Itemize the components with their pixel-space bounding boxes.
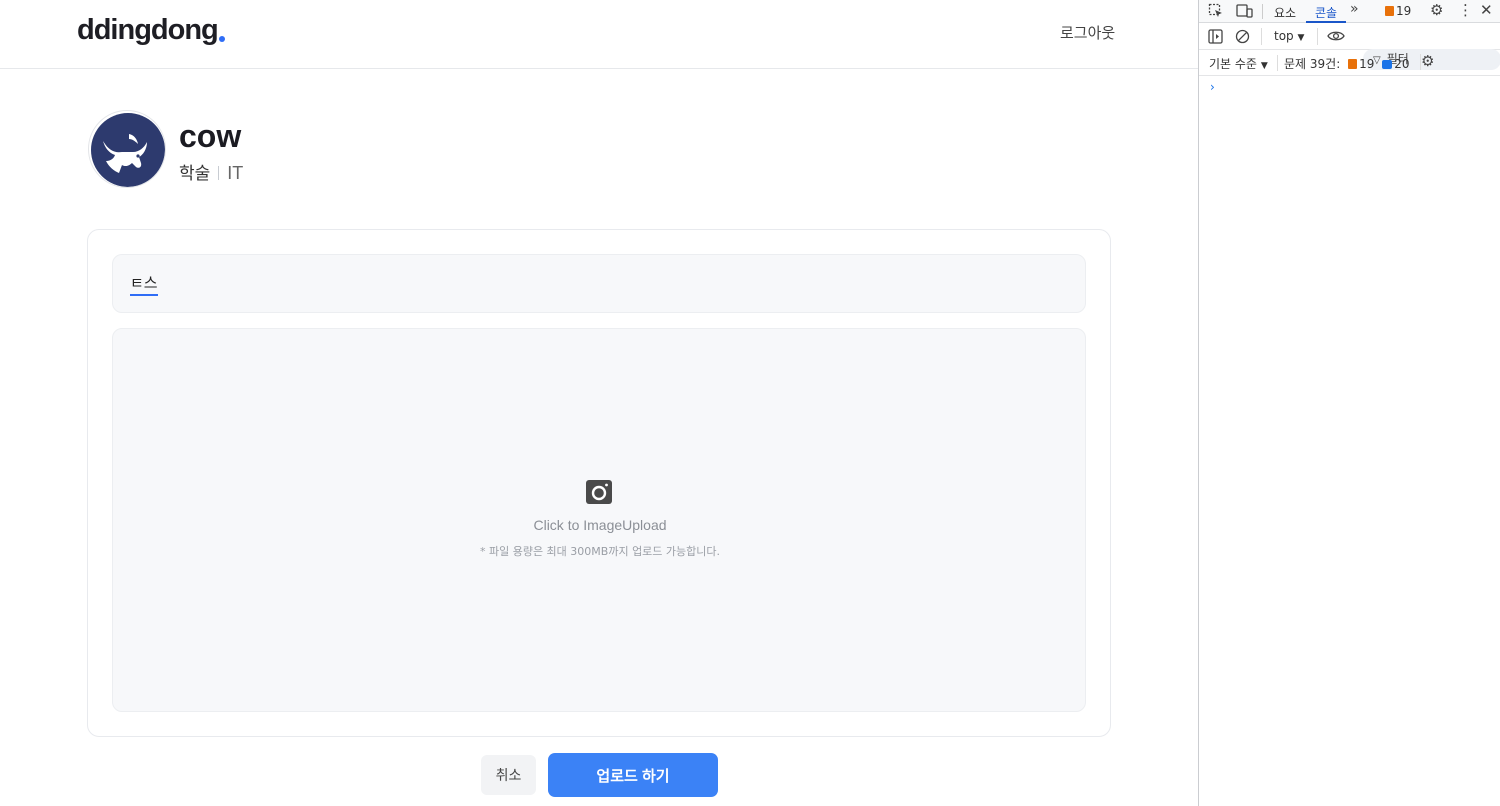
tab-elements[interactable]: 요소 xyxy=(1274,4,1296,21)
clear-console-icon[interactable] xyxy=(1235,29,1250,44)
inspect-element-icon[interactable] xyxy=(1208,3,1224,19)
title-input[interactable]: ㅌ스 xyxy=(112,254,1086,313)
logout-link[interactable]: 로그아웃 xyxy=(1060,22,1115,43)
status-divider xyxy=(1277,55,1278,71)
issues-summary[interactable]: 문제 39건: 19 20 xyxy=(1284,55,1409,72)
upload-form-card: ㅌ스 Click to ImageUpload * 파일 용량은 최대 300M… xyxy=(87,229,1111,737)
upload-label: Click to ImageUpload xyxy=(533,517,667,533)
issues-info-icon xyxy=(1382,60,1393,69)
bull-logo-icon xyxy=(91,113,165,187)
logo-dot xyxy=(218,36,225,42)
club-category: 학술 xyxy=(179,164,211,184)
logo-text: ddingdong xyxy=(77,14,219,46)
top-navigation: ddingdong 로그아웃 xyxy=(0,0,1199,69)
tab-console[interactable]: 콘솔 xyxy=(1306,0,1346,23)
club-avatar xyxy=(88,110,166,188)
console-status-bar: 기본 수준 ▼ 문제 39건: 19 20 ⚙ xyxy=(1199,50,1500,76)
chevron-down-icon: ▼ xyxy=(1297,33,1305,43)
log-level-label: 기본 수준 xyxy=(1209,57,1257,71)
console-toolbar: top ▼ ▽ 필터 xyxy=(1199,23,1500,70)
toolbar-divider xyxy=(1261,28,1262,45)
image-upload-area[interactable]: Click to ImageUpload * 파일 용량은 최대 300MB까지… xyxy=(112,328,1086,712)
meta-divider xyxy=(218,166,220,180)
logo[interactable]: ddingdong xyxy=(77,14,225,47)
cancel-button[interactable]: 취소 xyxy=(481,755,536,795)
log-level-selector[interactable]: 기본 수준 ▼ xyxy=(1209,55,1268,72)
console-prompt[interactable]: › xyxy=(1210,80,1215,94)
issues-badge-count: 19 xyxy=(1396,4,1412,18)
club-meta: 학술 IT xyxy=(179,159,243,184)
console-settings-icon[interactable]: ⚙ xyxy=(1421,52,1434,70)
club-field: IT xyxy=(227,163,244,183)
context-selector[interactable]: top ▼ xyxy=(1274,29,1304,43)
issues-badge-top[interactable]: 19 xyxy=(1385,4,1411,18)
kebab-menu-icon[interactable]: ⋮ xyxy=(1458,1,1473,19)
level-chevron-down-icon: ▼ xyxy=(1260,61,1268,71)
issues-info-count: 20 xyxy=(1394,57,1410,71)
warning-icon xyxy=(1385,6,1394,16)
issues-warning-icon xyxy=(1348,59,1358,69)
sidebar-toggle-icon[interactable] xyxy=(1208,29,1223,44)
club-name: cow xyxy=(179,118,242,154)
close-devtools-icon[interactable]: ✕ xyxy=(1480,1,1493,19)
upload-button[interactable]: 업로드 하기 xyxy=(548,753,718,797)
camera-icon xyxy=(586,480,612,504)
issues-label: 문제 39건: xyxy=(1284,57,1341,71)
upload-size-note: * 파일 용량은 최대 300MB까지 업로드 가능합니다. xyxy=(479,545,721,558)
device-toolbar-icon[interactable] xyxy=(1236,3,1253,19)
toolbar-divider-2 xyxy=(1317,28,1318,45)
devtools-tabbar: 요소 콘솔 » 19 ⚙ ⋮ ✕ xyxy=(1199,0,1500,23)
settings-gear-icon[interactable]: ⚙ xyxy=(1430,1,1443,19)
context-value: top xyxy=(1274,29,1294,43)
issues-warning-count: 19 xyxy=(1359,57,1375,71)
tab-divider xyxy=(1262,4,1263,19)
live-expression-eye-icon[interactable] xyxy=(1327,30,1345,42)
app-page: ddingdong 로그아웃 cow 학술 IT ㅌ스 Click to Ima… xyxy=(0,0,1199,806)
title-input-value: ㅌ스 xyxy=(130,272,158,296)
more-tabs-icon[interactable]: » xyxy=(1350,1,1359,17)
devtools-panel: 요소 콘솔 » 19 ⚙ ⋮ ✕ top ▼ ▽ 필터 기본 수준 ▼ 문제 3… xyxy=(1198,0,1500,806)
